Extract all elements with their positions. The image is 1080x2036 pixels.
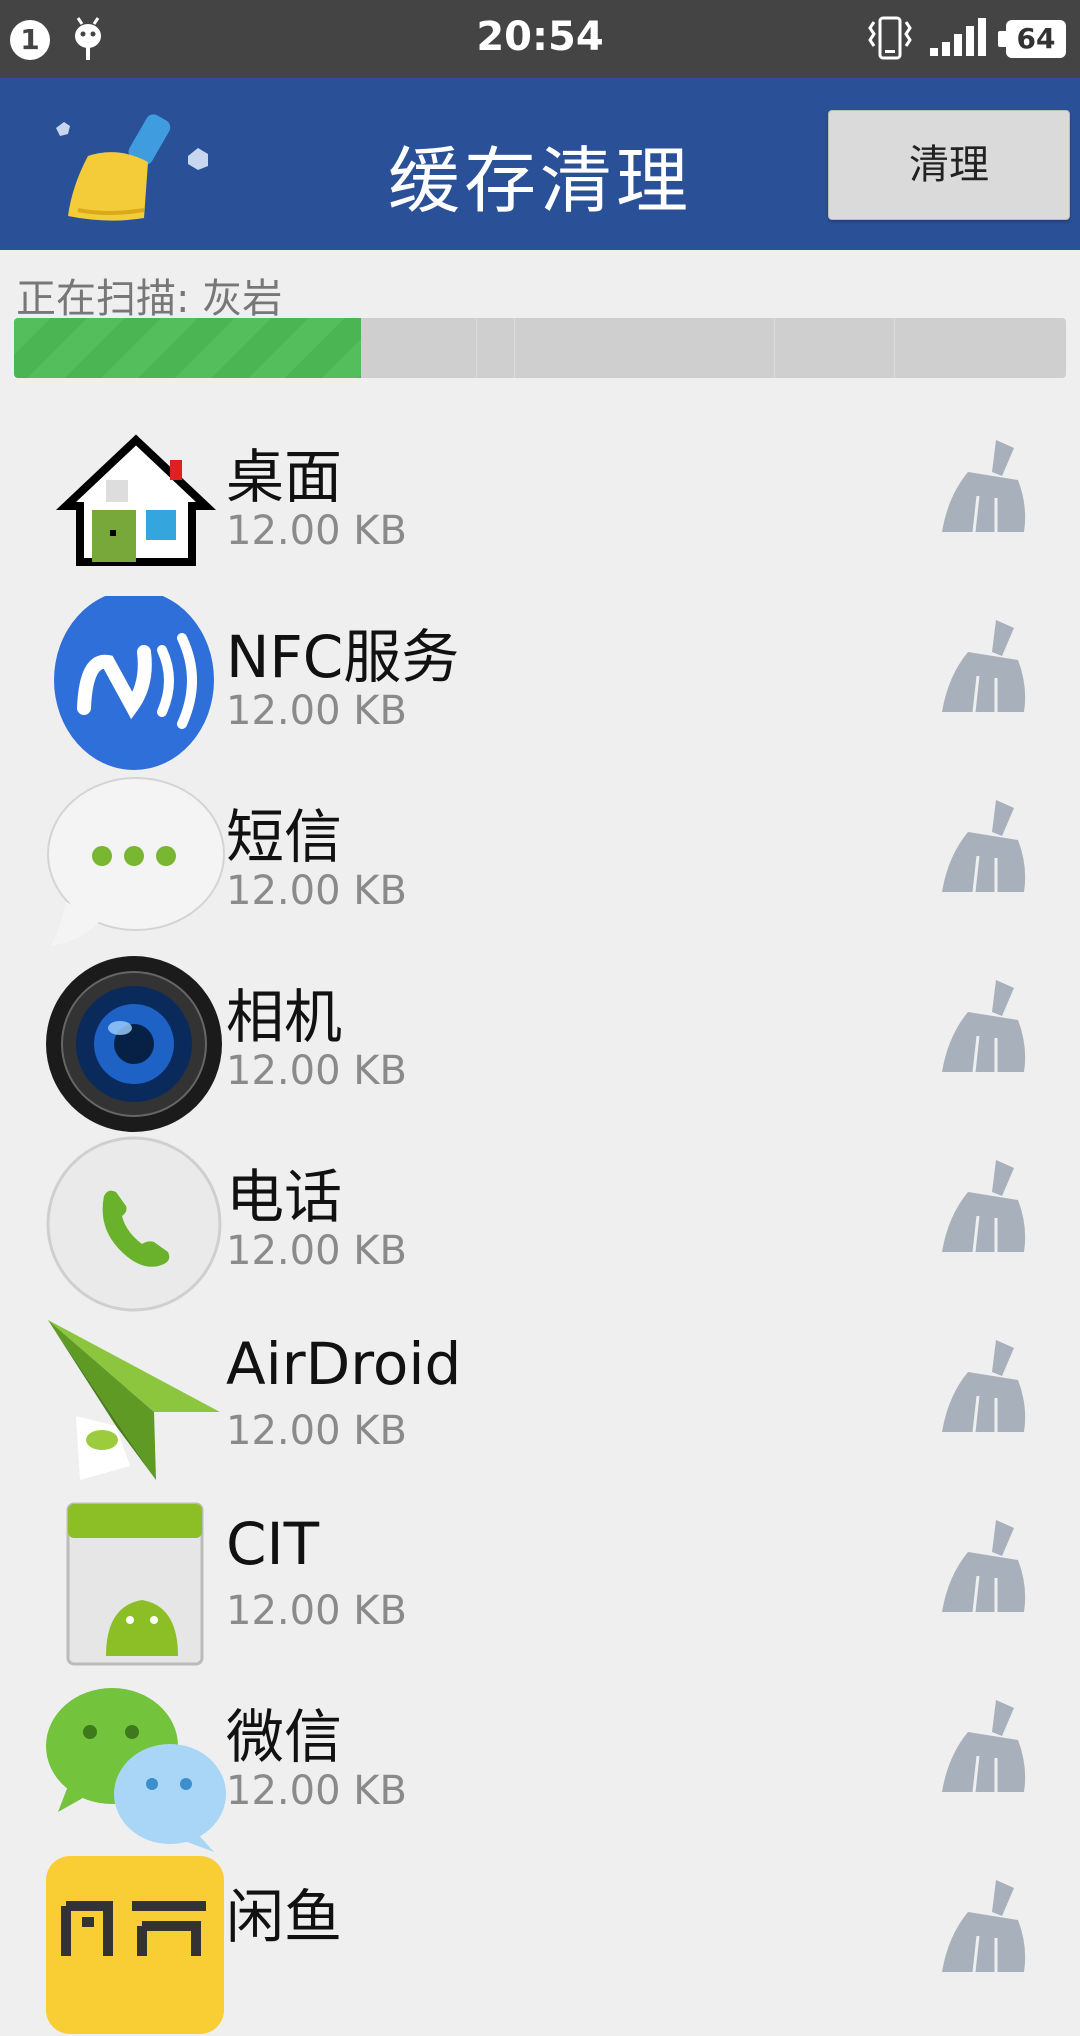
clean-button[interactable]: 清理 [828,110,1070,220]
app-name: 闲鱼 [226,1883,343,1951]
list-item[interactable]: 电话 12.00 KB [0,1120,1080,1312]
broom-icon[interactable] [938,436,1034,536]
xianyu-icon [46,1856,224,2034]
cache-size: 12.00 KB [226,1588,407,1634]
app-name: NFC服务 [226,623,460,691]
nfc-icon [54,596,214,770]
camera-lens-icon [46,956,222,1132]
cache-size: 12.00 KB [226,1408,407,1454]
list-item[interactable]: NFC服务 12.00 KB [0,580,1080,770]
progress-segment [894,318,895,378]
cache-size: 12.00 KB [226,688,407,734]
app-name: 电话 [226,1163,343,1231]
vibrate-icon [868,16,912,60]
clock: 20:54 [476,14,604,60]
android-cit-icon [66,1502,204,1666]
list-item[interactable]: 闲鱼 [0,1840,1080,2034]
list-item[interactable]: 短信 12.00 KB [0,760,1080,946]
app-name: 微信 [226,1703,343,1771]
list-item[interactable]: 桌面 12.00 KB [0,400,1080,580]
signal-strength-icon [930,18,986,56]
app-name: 桌面 [226,443,343,511]
list-item[interactable]: CIT 12.00 KB [0,1480,1080,1666]
app-name: 短信 [226,803,343,871]
scan-progress-bar [14,318,1066,378]
wechat-icon [46,1688,226,1852]
message-bubble-icon [47,777,225,946]
scan-progress-fill [14,318,362,378]
progress-segment [514,318,515,378]
paper-plane-icon [48,1320,220,1480]
list-item[interactable]: AirDroid 12.00 KB [0,1300,1080,1480]
broom-icon[interactable] [938,1516,1034,1616]
app-name: AirDroid [226,1330,462,1398]
home-launcher-icon [55,434,217,566]
progress-segment [476,318,477,378]
progress-segment [774,318,775,378]
app-header: 缓存清理 清理 [0,78,1080,250]
cache-size: 12.00 KB [226,1228,407,1274]
phone-icon [46,1136,222,1312]
broom-icon[interactable] [938,1336,1034,1436]
app-name: 相机 [226,983,343,1051]
broom-icon[interactable] [938,796,1034,896]
broom-icon[interactable] [938,976,1034,1076]
list-item[interactable]: 微信 12.00 KB [0,1660,1080,1852]
broom-icon[interactable] [938,1156,1034,1256]
status-bar: 1 20:54 64 [0,0,1080,78]
cache-size: 12.00 KB [226,508,407,554]
cache-size: 12.00 KB [226,868,407,914]
app-name: CIT [226,1510,320,1578]
broom-icon[interactable] [938,1696,1034,1796]
battery-indicator: 64 [998,20,1066,58]
cache-size: 12.00 KB [226,1048,407,1094]
list-item[interactable]: 相机 12.00 KB [0,940,1080,1132]
broom-icon[interactable] [938,616,1034,716]
broom-icon[interactable] [938,1876,1034,1976]
cache-size: 12.00 KB [226,1768,407,1814]
scan-status-label: 正在扫描: 灰岩 [16,276,283,322]
